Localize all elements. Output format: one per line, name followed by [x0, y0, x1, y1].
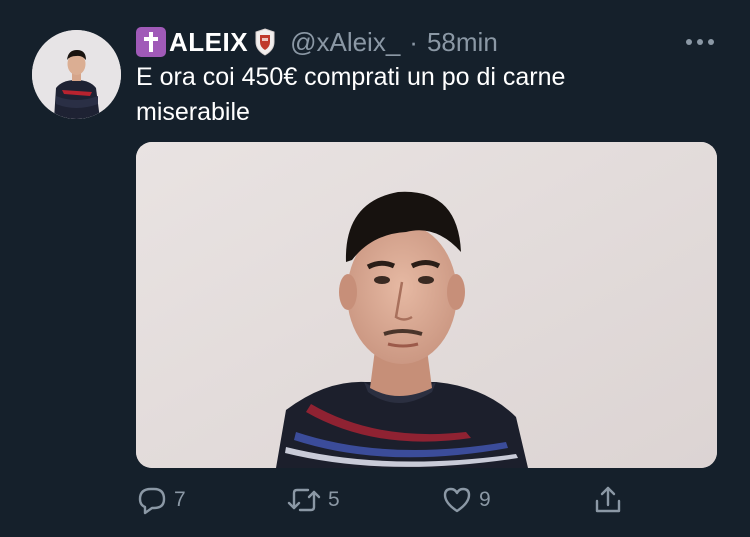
- avatar[interactable]: [32, 30, 121, 119]
- retweet-count: 5: [328, 488, 340, 511]
- retweet-icon: [287, 488, 321, 512]
- display-name[interactable]: ALEIX: [169, 27, 248, 58]
- tweet-header: ALEIX @xAleix_ · 58min: [136, 26, 498, 58]
- latin-cross-icon: [136, 27, 166, 57]
- tweet-media-photo[interactable]: [136, 142, 717, 468]
- shield-icon: [254, 28, 276, 56]
- tweet-text-line: miserabile: [136, 98, 250, 126]
- tweet-text: E ora coi 450€ comprati un po di carne m…: [136, 60, 726, 130]
- more-options-icon[interactable]: [684, 34, 716, 50]
- reply-count: 7: [174, 488, 186, 511]
- retweet-button[interactable]: 5: [286, 482, 340, 518]
- reply-icon: [138, 487, 166, 515]
- like-button[interactable]: 9: [441, 482, 491, 518]
- reply-button[interactable]: 7: [136, 482, 186, 518]
- share-button[interactable]: [592, 482, 624, 518]
- tweet-text-line: E ora coi 450€ comprati un po di carne: [136, 63, 566, 91]
- user-handle[interactable]: @xAleix_: [290, 27, 400, 58]
- tweet-timestamp[interactable]: 58min: [427, 27, 498, 58]
- tweet-actions: 7 5 9: [136, 482, 736, 518]
- separator-dot: ·: [409, 26, 418, 57]
- like-count: 9: [479, 488, 491, 511]
- heart-icon: [443, 487, 471, 513]
- share-icon: [595, 486, 621, 513]
- tweet[interactable]: ALEIX @xAleix_ · 58min E ora coi 450€ co…: [0, 0, 750, 537]
